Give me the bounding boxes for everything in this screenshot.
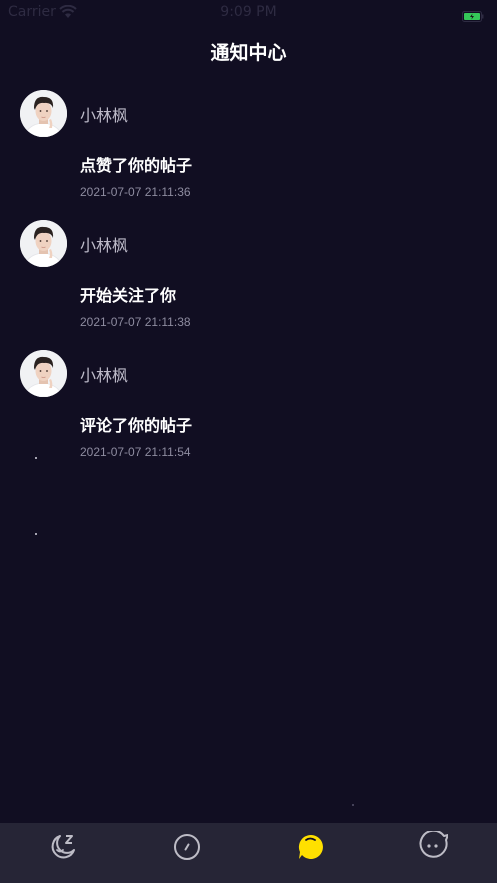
tab-bar: [0, 823, 497, 883]
avatar[interactable]: [20, 220, 67, 267]
tab-discover[interactable]: [172, 831, 202, 861]
background-speck: [352, 804, 354, 806]
face-bubble-icon: [418, 831, 448, 861]
background-speck: [35, 533, 37, 535]
tab-profile[interactable]: [418, 831, 448, 861]
compass-icon: [172, 831, 202, 861]
battery-icon: [462, 7, 484, 22]
avatar[interactable]: [20, 90, 67, 137]
tab-sleep[interactable]: [48, 831, 78, 861]
notification-item[interactable]: 小林枫 开始关注了你 2021-07-07 21:11:38: [0, 220, 497, 340]
avatar[interactable]: [20, 350, 67, 397]
user-name[interactable]: 小林枫: [80, 102, 128, 126]
chat-bubble-icon: [296, 831, 326, 861]
notification-time: 2021-07-07 21:11:54: [80, 445, 191, 459]
notification-action: 评论了你的帖子: [80, 416, 193, 435]
user-name[interactable]: 小林枫: [80, 362, 128, 386]
notification-time: 2021-07-07 21:11:36: [80, 185, 191, 199]
notification-time: 2021-07-07 21:11:38: [80, 315, 191, 329]
status-bar: Carrier 9:09 PM: [0, 0, 497, 26]
sleep-moon-icon: [48, 831, 78, 861]
notification-item[interactable]: 小林枫 评论了你的帖子 2021-07-07 21:11:54: [0, 350, 497, 470]
status-time: 9:09 PM: [220, 4, 277, 20]
page-title: 通知中心: [210, 42, 287, 64]
background-speck: [35, 457, 37, 459]
tab-messages[interactable]: [296, 831, 326, 861]
notification-item[interactable]: 小林枫 点赞了你的帖子 2021-07-07 21:11:36: [0, 90, 497, 210]
notification-action: 点赞了你的帖子: [80, 156, 193, 175]
user-name[interactable]: 小林枫: [80, 232, 128, 256]
notification-action: 开始关注了你: [80, 286, 177, 305]
